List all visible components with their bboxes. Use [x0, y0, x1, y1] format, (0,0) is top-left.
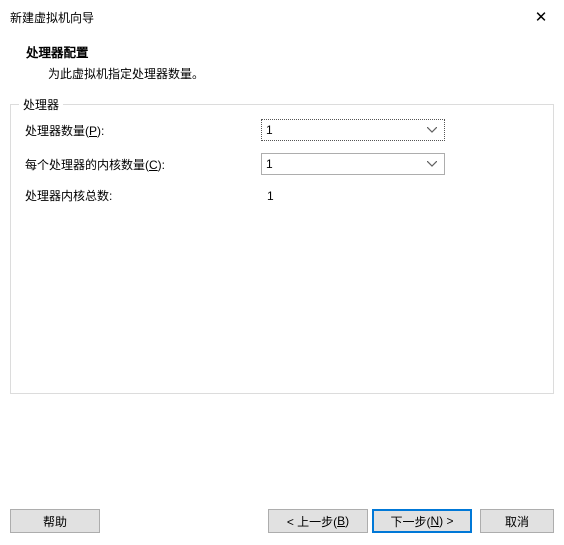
wizard-header: 处理器配置 为此虚拟机指定处理器数量。 [0, 32, 564, 100]
page-description: 为此虚拟机指定处理器数量。 [26, 65, 554, 82]
titlebar: 新建虚拟机向导 ✕ [0, 0, 564, 32]
label-processor-count: 处理器数量(P): [21, 122, 261, 139]
page-title: 处理器配置 [26, 42, 554, 61]
cores-per-processor-select[interactable]: 1 [261, 153, 445, 175]
processor-group: 处理器 处理器数量(P): 1 每个处理器的内核数量(C): 1 处理器内核 [10, 104, 554, 394]
window-title: 新建虚拟机向导 [10, 9, 94, 26]
row-cores-per-processor: 每个处理器的内核数量(C): 1 [21, 153, 543, 175]
label-total-cores: 处理器内核总数: [21, 187, 261, 204]
help-button[interactable]: 帮助 [10, 509, 100, 533]
nav-buttons: < 上一步(B) 下一步(N) > 取消 [268, 509, 554, 533]
control-cores-per-processor: 1 [261, 153, 445, 175]
next-button[interactable]: 下一步(N) > [372, 509, 472, 533]
content-area: 处理器 处理器数量(P): 1 每个处理器的内核数量(C): 1 处理器内核 [0, 100, 564, 394]
group-legend: 处理器 [19, 96, 63, 113]
cancel-button[interactable]: 取消 [480, 509, 554, 533]
back-button[interactable]: < 上一步(B) [268, 509, 368, 533]
control-processor-count: 1 [261, 119, 445, 141]
processor-count-select[interactable]: 1 [261, 119, 445, 141]
row-total-cores: 处理器内核总数: 1 [21, 187, 543, 204]
button-bar: 帮助 < 上一步(B) 下一步(N) > 取消 [0, 509, 564, 533]
row-processor-count: 处理器数量(P): 1 [21, 119, 543, 141]
close-icon[interactable]: ✕ [532, 8, 550, 26]
label-cores-per-processor: 每个处理器的内核数量(C): [21, 156, 261, 173]
value-total-cores: 1 [261, 189, 445, 203]
